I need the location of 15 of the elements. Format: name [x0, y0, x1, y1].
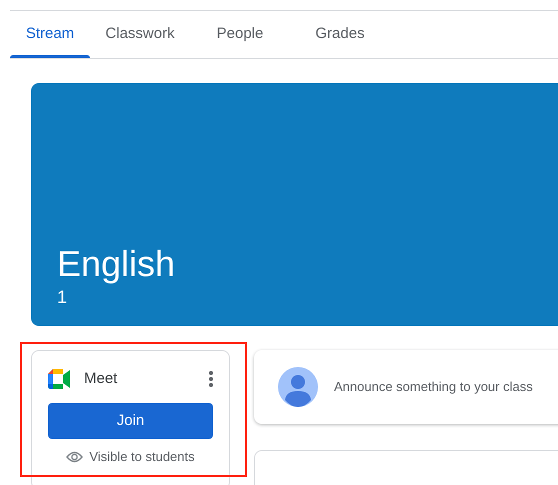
video-camera-icon — [48, 369, 72, 389]
announce-placeholder: Announce something to your class — [334, 378, 533, 396]
more-options-icon[interactable] — [209, 371, 213, 387]
tab[interactable]: Stream — [10, 11, 90, 58]
announce-card[interactable]: Announce something to your class — [254, 350, 558, 424]
class-title: English — [57, 242, 176, 286]
meet-title: Meet — [84, 368, 118, 389]
tab[interactable]: Grades — [290, 11, 390, 58]
tab[interactable]: People — [190, 11, 290, 58]
tab[interactable]: Classwork — [90, 11, 190, 58]
eye-icon — [66, 450, 84, 463]
visibility-label: Visible to students — [89, 448, 195, 466]
join-button[interactable]: Join — [48, 403, 213, 439]
class-section: 1 — [57, 286, 558, 308]
avatar-icon — [278, 367, 318, 407]
